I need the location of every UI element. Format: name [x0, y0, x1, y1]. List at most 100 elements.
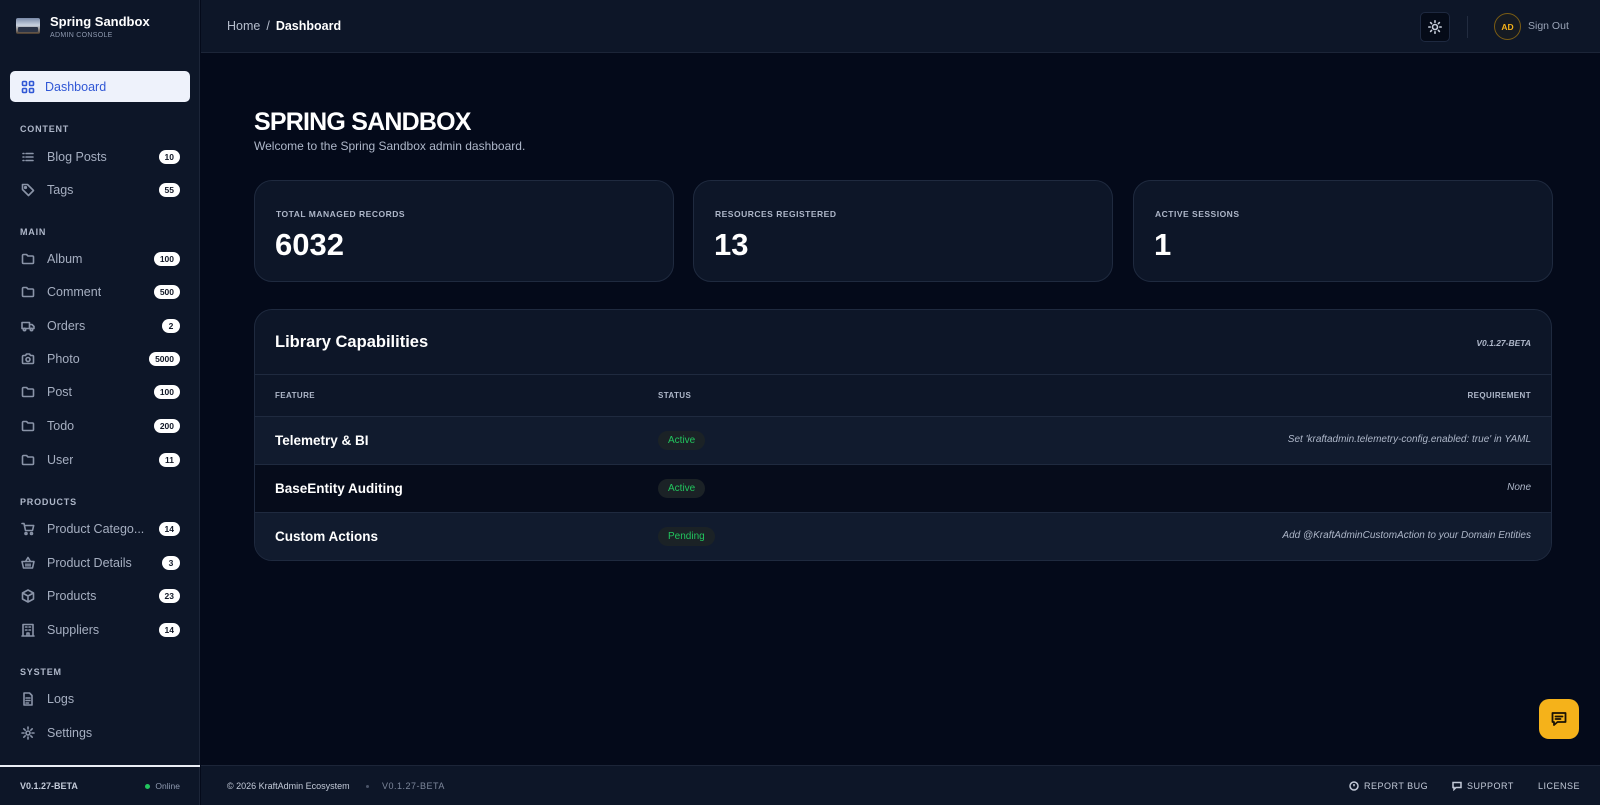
- sidebar-item-post[interactable]: Post 100: [10, 378, 190, 406]
- stat-label: ACTIVE SESSIONS: [1155, 209, 1240, 219]
- table-row: Telemetry & BI Active Set 'kraftadmin.te…: [255, 416, 1551, 464]
- panel-version: V0.1.27-BETA: [1476, 338, 1531, 348]
- theme-toggle-button[interactable]: [1420, 12, 1450, 42]
- sidebar-item-label: Products: [47, 589, 97, 603]
- sidebar-item-label: Album: [47, 252, 83, 266]
- stat-label: RESOURCES REGISTERED: [715, 209, 837, 219]
- report-bug-link[interactable]: REPORT BUG: [1349, 781, 1428, 791]
- brand-subtitle: ADMIN CONSOLE: [50, 31, 113, 39]
- building-icon: [21, 623, 35, 637]
- sidebar-item-label: Product Details: [47, 556, 132, 570]
- footer-separator: [366, 785, 369, 788]
- folder-icon: [21, 252, 35, 266]
- section-main: MAIN: [20, 227, 47, 237]
- breadcrumb: Home / Dashboard: [227, 19, 341, 33]
- status-badge: Active: [658, 479, 706, 498]
- sidebar-item-label: Suppliers: [47, 623, 100, 637]
- license-link[interactable]: LICENSE: [1538, 781, 1580, 791]
- sidebar-item-logs[interactable]: Logs: [10, 685, 190, 713]
- sidebar-item-label: Todo: [47, 419, 75, 433]
- folder-icon: [21, 453, 35, 467]
- status-badge: Pending: [658, 527, 715, 546]
- count-badge: 55: [158, 183, 180, 197]
- panel-title: Library Capabilities: [275, 333, 429, 351]
- page-title: SPRING SANDBOX: [254, 108, 471, 136]
- count-badge: 23: [158, 589, 180, 603]
- copyright: © 2026 KraftAdmin Ecosystem: [227, 781, 350, 791]
- box-icon: [21, 589, 35, 603]
- feedback-button[interactable]: [1539, 699, 1579, 739]
- count-badge: 100: [153, 385, 180, 399]
- sidebar-item-todo[interactable]: Todo 200: [10, 412, 190, 440]
- status-badge: Active: [658, 431, 706, 450]
- status-label: Online: [155, 781, 180, 791]
- report-bug-label: REPORT BUG: [1364, 781, 1429, 791]
- requirement-text: Add @KraftAdminCustomAction to your Doma…: [1282, 530, 1531, 541]
- count-badge: 100: [153, 252, 180, 266]
- status-dot-icon: [145, 783, 151, 789]
- sidebar-item-photo[interactable]: Photo 5000: [10, 345, 190, 373]
- count-badge: 5000: [149, 352, 180, 366]
- sidebar-item-label: User: [47, 453, 74, 467]
- capabilities-panel: Library Capabilities V0.1.27-BETA FEATUR…: [254, 309, 1552, 561]
- page-subtitle: Welcome to the Spring Sandbox admin dash…: [254, 139, 526, 153]
- sidebar-item-label: Orders: [47, 319, 86, 333]
- requirement-text: Set 'kraftadmin.telemetry-config.enabled…: [1287, 434, 1531, 445]
- list-icon: [21, 150, 35, 164]
- feature-name: Custom Actions: [275, 529, 379, 544]
- file-icon: [21, 692, 35, 706]
- brand-title: Spring Sandbox: [50, 13, 150, 29]
- sidebar-footer: V0.1.27-BETA Online: [0, 765, 200, 805]
- count-badge: 200: [153, 419, 180, 433]
- sign-out-button[interactable]: Sign Out: [1528, 20, 1569, 32]
- sidebar-item-label: Product Catego...: [47, 522, 145, 536]
- folder-icon: [21, 419, 35, 433]
- brand[interactable]: Spring Sandbox ADMIN CONSOLE: [0, 0, 199, 52]
- gear-icon: [21, 726, 35, 740]
- sidebar: Spring Sandbox ADMIN CONSOLE Dashboard C…: [0, 0, 200, 805]
- sidebar-item-comment[interactable]: Comment 500: [10, 278, 190, 306]
- column-header-feature: FEATURE: [275, 391, 315, 400]
- breadcrumb-home[interactable]: Home: [227, 19, 260, 33]
- dashboard-icon: [21, 80, 35, 94]
- stat-value: 1: [1154, 227, 1172, 262]
- sidebar-item-product-categories[interactable]: Product Catego... 14: [10, 515, 190, 543]
- column-header-requirement: REQUIREMENT: [1467, 391, 1531, 400]
- feature-name: BaseEntity Auditing: [275, 481, 403, 496]
- table-row: Custom Actions Pending Add @KraftAdminCu…: [255, 512, 1551, 560]
- requirement-text: None: [1507, 482, 1531, 493]
- table-header: FEATURE STATUS REQUIREMENT: [255, 374, 1551, 416]
- count-badge: 10: [158, 150, 180, 164]
- sidebar-item-products[interactable]: Products 23: [10, 582, 190, 610]
- count-badge: 500: [153, 285, 180, 299]
- stat-card-total-records: TOTAL MANAGED RECORDS 6032: [254, 180, 674, 282]
- sidebar-item-album[interactable]: Album 100: [10, 245, 190, 273]
- feature-name: Telemetry & BI: [275, 433, 369, 448]
- sidebar-item-label: Photo: [47, 352, 80, 366]
- sun-icon: [1428, 20, 1442, 34]
- sidebar-item-dashboard[interactable]: Dashboard: [10, 71, 190, 102]
- section-content: CONTENT: [20, 124, 70, 134]
- sidebar-item-label: Logs: [47, 692, 75, 706]
- sidebar-item-label: Blog Posts: [47, 150, 107, 164]
- sidebar-item-orders[interactable]: Orders 2: [10, 312, 190, 340]
- avatar[interactable]: AD: [1494, 13, 1521, 40]
- sidebar-item-label: Dashboard: [45, 79, 107, 94]
- camera-icon: [21, 352, 35, 366]
- sidebar-item-blog-posts[interactable]: Blog Posts 10: [10, 143, 190, 171]
- section-system: SYSTEM: [20, 667, 62, 677]
- support-link[interactable]: SUPPORT: [1452, 781, 1514, 791]
- top-bar: Home / Dashboard AD Sign Out: [201, 0, 1600, 53]
- sidebar-item-product-details[interactable]: Product Details 3: [10, 549, 190, 577]
- sidebar-item-settings[interactable]: Settings: [10, 719, 190, 747]
- stat-value: 6032: [275, 227, 344, 262]
- truck-icon: [21, 319, 35, 333]
- chat-bubble-icon: [1452, 781, 1462, 791]
- alert-circle-icon: [1349, 781, 1359, 791]
- count-badge: 14: [158, 522, 180, 536]
- column-header-status: STATUS: [658, 391, 692, 400]
- sidebar-item-tags[interactable]: Tags 55: [10, 176, 190, 204]
- stat-card-sessions: ACTIVE SESSIONS 1: [1133, 180, 1553, 282]
- sidebar-item-user[interactable]: User 11: [10, 446, 190, 474]
- sidebar-item-suppliers[interactable]: Suppliers 14: [10, 616, 190, 644]
